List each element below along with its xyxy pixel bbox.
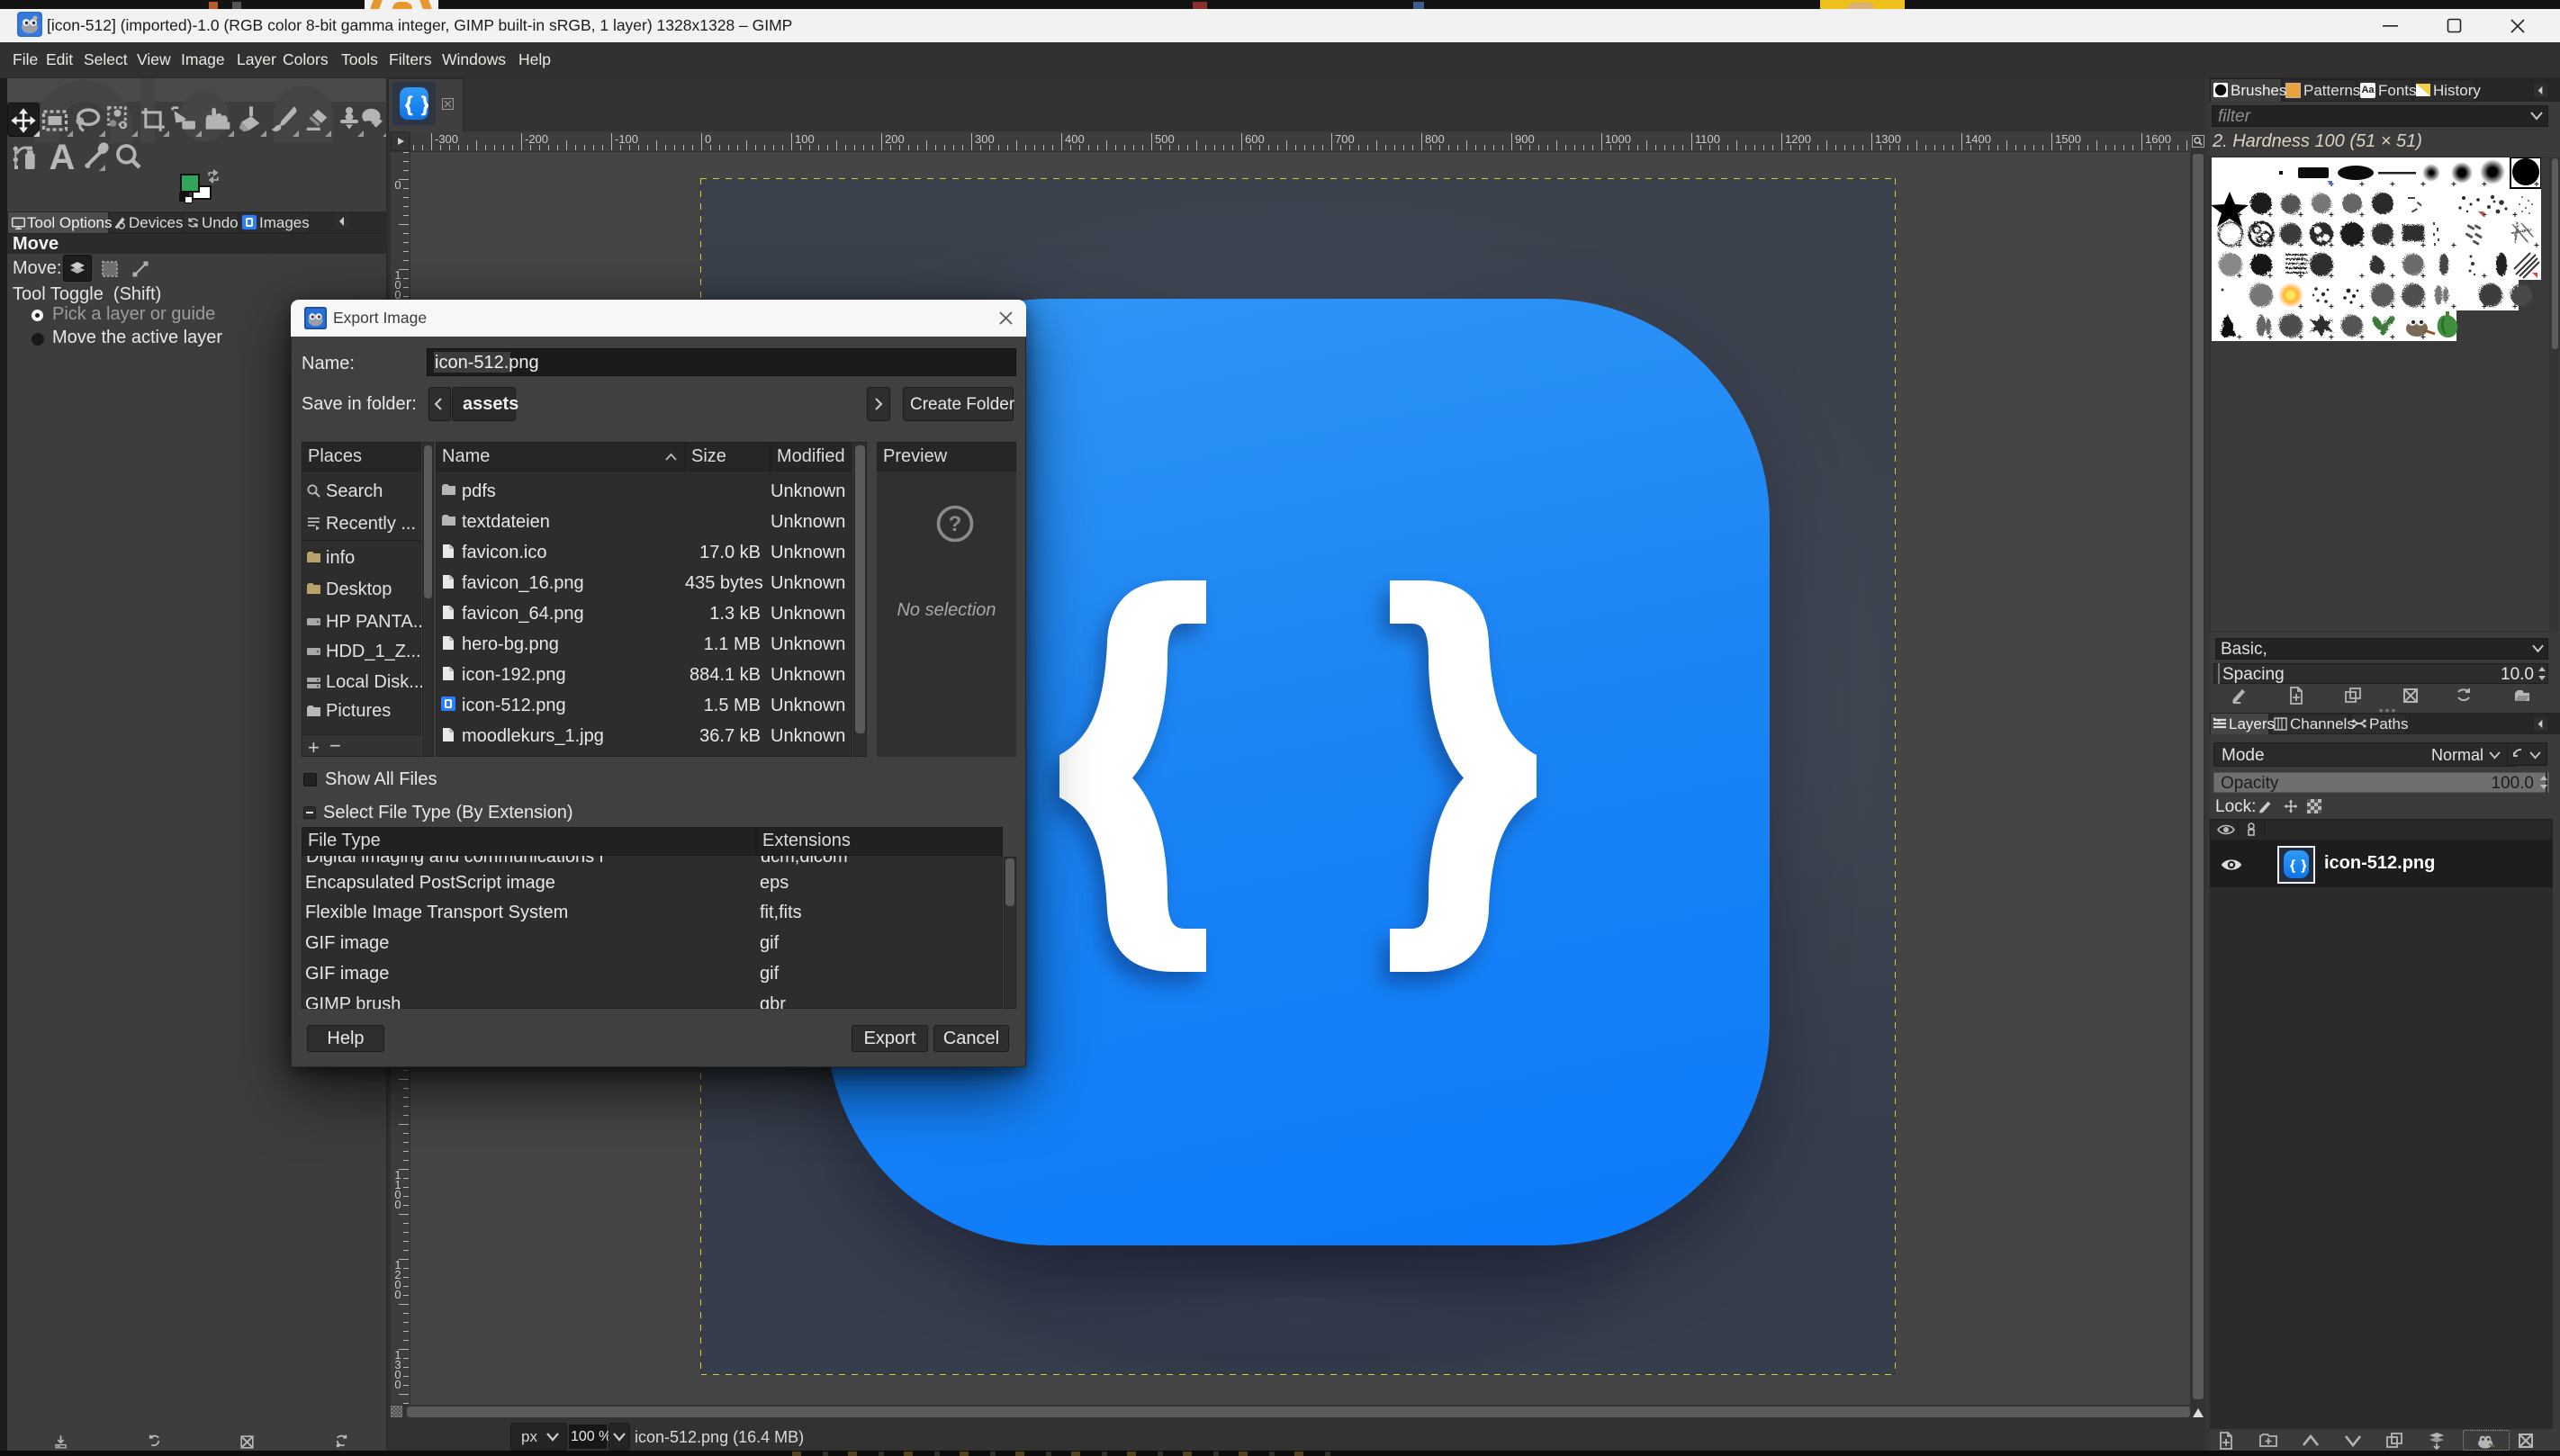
svg-text:+: +	[2420, 272, 2426, 282]
svg-text:+: +	[2267, 211, 2273, 220]
svg-text:+: +	[2512, 302, 2518, 312]
svg-text:+: +	[2329, 211, 2334, 220]
svg-text:+: +	[2298, 302, 2303, 312]
svg-text:+: +	[2359, 241, 2365, 251]
svg-text:+: +	[2237, 272, 2242, 282]
svg-text:+: +	[2329, 302, 2334, 312]
svg-text:+: +	[2390, 180, 2395, 190]
svg-text:+: +	[2359, 272, 2365, 282]
svg-text:+: +	[2267, 272, 2273, 282]
svg-text:+: +	[2482, 272, 2487, 282]
svg-text:+: +	[2267, 333, 2273, 341]
svg-text:+: +	[2359, 302, 2365, 312]
svg-text:+: +	[2298, 241, 2303, 251]
svg-text:+: +	[2329, 333, 2334, 341]
svg-text:+: +	[2267, 241, 2273, 251]
svg-text:+: +	[2420, 302, 2426, 312]
svg-text:+: +	[2451, 241, 2456, 251]
svg-text:+: +	[2390, 272, 2395, 282]
svg-text:+: +	[2512, 211, 2518, 220]
svg-text:+: +	[2451, 180, 2456, 190]
svg-text:+: +	[2359, 180, 2365, 190]
svg-text:+: +	[2420, 180, 2426, 190]
svg-text:+: +	[2390, 333, 2395, 341]
svg-text:+: +	[2534, 241, 2539, 251]
svg-text:+: +	[2390, 302, 2395, 312]
svg-text:+: +	[2482, 302, 2487, 312]
svg-text:+: +	[2359, 211, 2365, 220]
svg-text:+: +	[2420, 241, 2426, 251]
svg-text:+: +	[2482, 180, 2487, 190]
svg-text:+: +	[2534, 180, 2539, 190]
svg-text:+: +	[2329, 241, 2334, 251]
svg-text:+: +	[2237, 211, 2242, 220]
svg-text:+: +	[2298, 272, 2303, 282]
svg-text:+: +	[2237, 333, 2242, 341]
svg-text:+: +	[2451, 302, 2456, 312]
svg-text:+: +	[2329, 272, 2334, 282]
svg-text:?: ?	[949, 512, 962, 536]
svg-text:+: +	[2359, 333, 2365, 341]
svg-text:+: +	[2298, 333, 2303, 341]
svg-text:+: +	[2237, 241, 2242, 251]
svg-text:+: +	[2420, 333, 2426, 341]
svg-text:+: +	[2390, 241, 2395, 251]
svg-text:+: +	[2298, 211, 2303, 220]
